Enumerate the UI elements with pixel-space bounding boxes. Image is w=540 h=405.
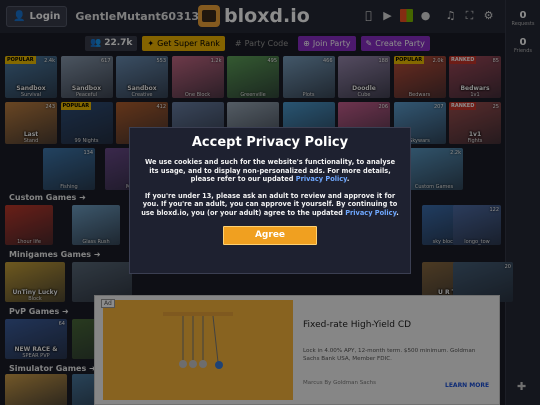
- modal-paragraph-1: We use cookies and such for the website'…: [144, 158, 396, 183]
- modal-paragraph-2: If you're under 13, please ask an adult …: [141, 191, 399, 217]
- modal-title: Accept Privacy Policy: [191, 135, 349, 150]
- privacy-policy-modal: Accept Privacy Policy We use cookies and…: [129, 127, 411, 274]
- privacy-policy-link[interactable]: Privacy Policy: [296, 175, 347, 183]
- agree-button[interactable]: Agree: [223, 226, 317, 245]
- modal-paragraph-1-text: We use cookies and such for the website'…: [144, 158, 396, 183]
- privacy-policy-link-2[interactable]: Privacy Policy: [345, 209, 396, 217]
